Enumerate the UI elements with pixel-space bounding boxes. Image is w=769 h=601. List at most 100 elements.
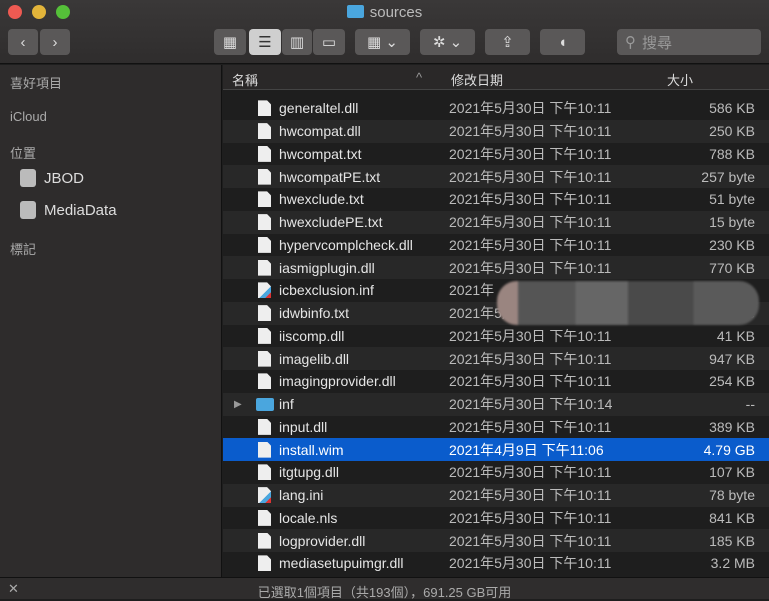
search-input[interactable]: ⚲ 搜尋 <box>617 29 761 55</box>
gallery-view-button[interactable]: ▭ <box>313 29 345 55</box>
sidebar-tags: 標記 <box>10 242 37 257</box>
sidebar-icloud: iCloud <box>10 109 47 124</box>
title-bar: sources ‹ › ▦ ☰ ▥ ▭ ▦ ⌄ ✲ ⌄ ⇪ ◖ ⚲ 搜尋 <box>0 0 769 64</box>
file-row[interactable]: hwexcludePE.txt 2021年5月30日 下午10:11 15 byte <box>223 210 769 234</box>
file-row[interactable]: logprovider.dll 2021年5月30日 下午10:11 185 KB <box>223 529 769 552</box>
file-name: imagingprovider.dll <box>279 373 396 390</box>
file-size: 185 KB <box>709 532 755 549</box>
file-size: 41 KB <box>716 327 755 344</box>
file-size: 78 byte <box>709 487 755 504</box>
file-size: -- <box>745 396 755 413</box>
file-row[interactable]: hwcompat.txt 2021年5月30日 下午10:11 788 KB <box>223 142 769 166</box>
file-name: iasmigplugin.dll <box>279 259 375 276</box>
file-date: 2021年5月30日 下午10:11 <box>449 168 612 185</box>
document-icon <box>258 123 271 140</box>
file-date: 2021年 <box>449 282 495 299</box>
sidebar: 喜好項目 iCloud 位置 JBOD MediaData 標記 <box>0 65 222 577</box>
file-size: 250 KB <box>709 123 755 140</box>
file-size: 586 KB <box>709 100 755 117</box>
file-date: 2021年5月30日 下午10:11 <box>449 464 612 481</box>
status-bar: ✕ 已選取1個項目（共193個），691.25 GB可用 <box>0 577 769 600</box>
document-icon <box>258 259 271 276</box>
file-size: 51 byte <box>709 191 755 208</box>
sidebar-item-mediadata[interactable]: MediaData <box>20 201 117 219</box>
file-row[interactable]: install.wim 2021年4月9日 下午11:06 4.79 GB <box>223 438 769 461</box>
action-gear-button[interactable]: ✲ ⌄ <box>420 29 475 55</box>
file-date: 2021年5月30日 下午10:11 <box>449 532 612 549</box>
file-row[interactable]: iasmigplugin.dll 2021年5月30日 下午10:11 770 KB <box>223 256 769 279</box>
file-date: 2021年5月30日 下午10:11 <box>449 418 612 435</box>
sort-ascending-icon: ^ <box>416 70 423 85</box>
sidebar-locations: 位置 <box>10 146 37 161</box>
file-name: hwexcludePE.txt <box>279 214 383 231</box>
file-date: 2021年5月30日 下午10:14 <box>449 396 613 413</box>
document-icon <box>258 145 271 162</box>
file-row[interactable]: input.dll 2021年5月30日 下午10:11 389 KB <box>223 415 769 439</box>
document-icon <box>258 305 271 322</box>
file-size: 841 KB <box>709 509 755 526</box>
file-date: 2021年5月30日 下午10:11 <box>449 555 612 572</box>
file-row[interactable]: hwcompatPE.txt 2021年5月30日 下午10:11 257 byte <box>223 165 769 188</box>
file-row[interactable]: imagingprovider.dll 2021年5月30日 下午10:11 254… <box>223 370 769 393</box>
file-date: 2021年5月30日 下午10:11 <box>449 100 612 117</box>
file-date: 2021年5月30日 下午10:11 <box>449 509 612 526</box>
file-row[interactable]: mediasetupuimgr.dll 2021年5月30日 下午10:11 3.2… <box>223 552 769 575</box>
document-icon <box>258 350 271 367</box>
forward-button[interactable]: › <box>40 29 70 55</box>
sidebar-item-jbod[interactable]: JBOD <box>20 169 84 187</box>
icon-view-button[interactable]: ▦ <box>214 29 246 55</box>
column-size[interactable]: 大小 <box>667 70 693 89</box>
file-date: 2021年5月30日 下午10:11 <box>449 236 612 253</box>
file-name: hwcompat.txt <box>279 145 362 162</box>
file-name: logprovider.dll <box>279 532 366 549</box>
file-name: icbexclusion.inf <box>279 282 374 299</box>
file-size: 15 byte <box>709 214 755 231</box>
file-name: mediasetupuimgr.dll <box>279 555 404 572</box>
file-name: hwexclude.txt <box>279 191 364 208</box>
search-icon: ⚲ <box>625 34 636 51</box>
file-row[interactable]: iiscomp.dll 2021年5月30日 下午10:11 41 KB <box>223 324 769 348</box>
back-button[interactable]: ‹ <box>8 29 38 55</box>
disk-icon <box>20 201 36 219</box>
settings-file-icon <box>258 282 271 299</box>
list-view-button[interactable]: ☰ <box>249 29 281 55</box>
column-date[interactable]: 修改日期 <box>451 70 503 89</box>
share-button[interactable]: ⇪ <box>485 29 530 55</box>
file-row[interactable]: hwcompat.dll 2021年5月30日 下午10:11 250 KB <box>223 119 769 143</box>
file-list: generaltel.dll 2021年5月30日 下午10:11 586 KB hw… <box>223 97 769 575</box>
file-name: install.wim <box>279 441 344 458</box>
file-date: 2021年5月30日 下午10:11 <box>449 145 612 162</box>
file-row[interactable]: imagelib.dll 2021年5月30日 下午10:11 947 KB <box>223 347 769 370</box>
tag-button[interactable]: ◖ <box>540 29 585 55</box>
file-size: 389 KB <box>709 418 755 435</box>
column-header: 名稱 ^ 修改日期 大小 <box>223 65 769 90</box>
file-name: inf <box>279 396 294 413</box>
file-row[interactable]: hypervcomplcheck.dll 2021年5月30日 下午10:11 23… <box>223 233 769 257</box>
file-size: 3.2 MB <box>710 555 755 572</box>
folder-icon <box>346 5 364 18</box>
document-icon <box>258 464 271 481</box>
file-row[interactable]: itgtupg.dll 2021年5月30日 下午10:11 107 KB <box>223 461 769 484</box>
file-size: 254 KB <box>709 373 755 390</box>
document-icon <box>258 100 271 117</box>
file-row[interactable]: locale.nls 2021年5月30日 下午10:11 841 KB <box>223 506 769 530</box>
file-row[interactable]: hwexclude.txt 2021年5月30日 下午10:11 51 byte <box>223 188 769 211</box>
file-date: 2021年5月30日 下午10:11 <box>449 373 612 390</box>
file-name: itgtupg.dll <box>279 464 339 481</box>
column-name[interactable]: 名稱 <box>232 70 258 89</box>
column-view-button[interactable]: ▥ <box>282 29 312 55</box>
group-button[interactable]: ▦ ⌄ <box>355 29 410 55</box>
file-row[interactable]: generaltel.dll 2021年5月30日 下午10:11 586 KB <box>223 97 769 120</box>
file-row[interactable]: lang.ini 2021年5月30日 下午10:11 78 byte <box>223 483 769 507</box>
document-icon <box>258 168 271 185</box>
file-size: 947 KB <box>709 350 755 367</box>
file-name: imagelib.dll <box>279 350 350 367</box>
file-date: 2021年5月30日 下午10:11 <box>449 123 612 140</box>
folder-icon <box>256 397 274 411</box>
sidebar-favorites: 喜好項目 <box>10 76 63 91</box>
document-icon <box>258 509 271 526</box>
window-title: sources <box>0 4 769 21</box>
file-date: 2021年5月30日 下午10:11 <box>449 350 612 367</box>
disclosure-triangle-icon[interactable]: ▶ <box>234 399 242 410</box>
file-row[interactable]: ▶ inf 2021年5月30日 下午10:14 -- <box>223 392 769 416</box>
